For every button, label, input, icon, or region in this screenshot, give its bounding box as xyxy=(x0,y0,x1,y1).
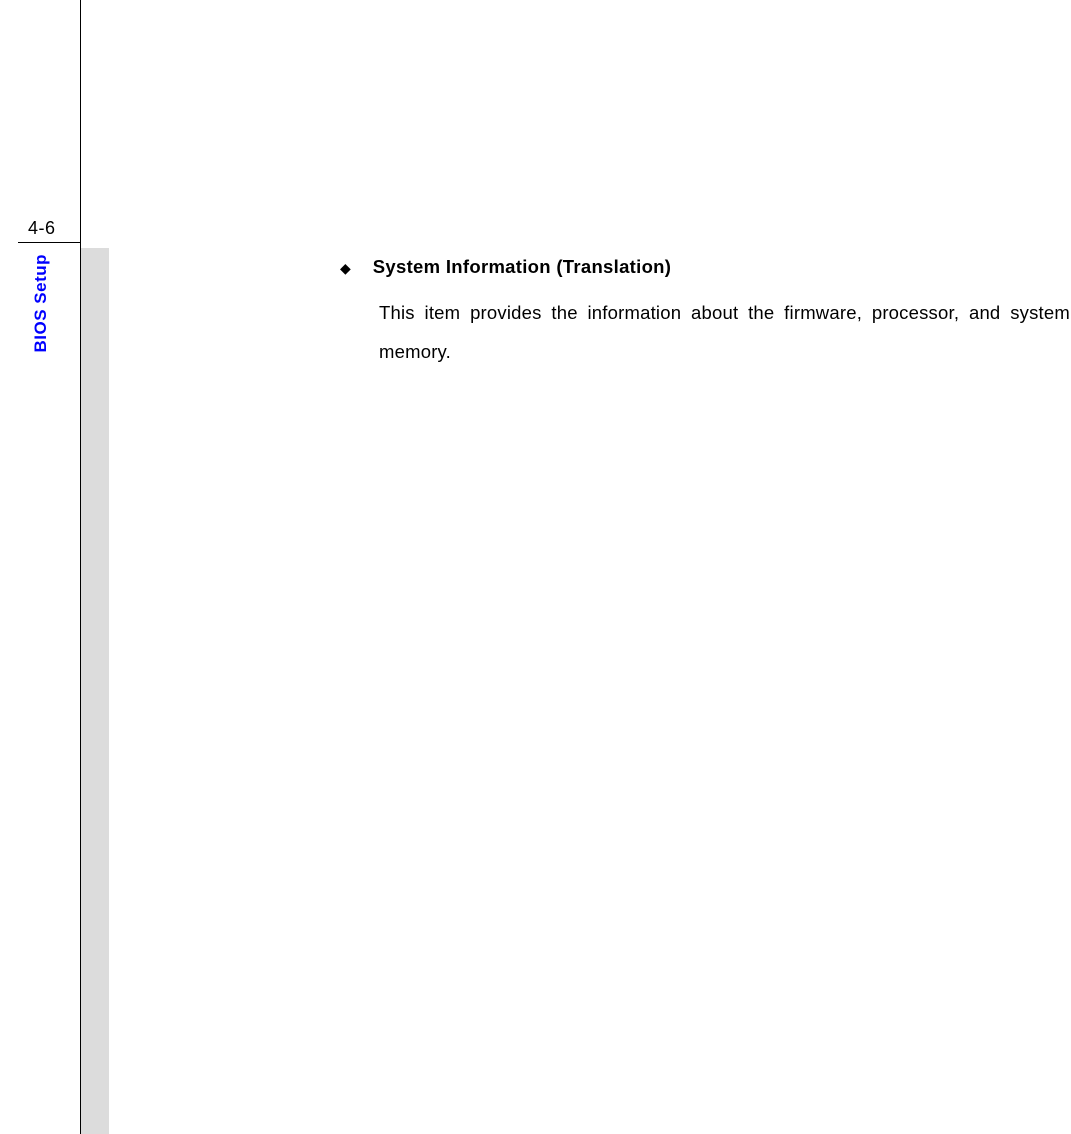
item-title: System Information (Translation) xyxy=(373,256,671,278)
section-label: BIOS Setup xyxy=(31,254,51,353)
item-description: This item provides the information about… xyxy=(379,294,1070,372)
content-area: ◆ System Information (Translation) This … xyxy=(340,256,1070,372)
gray-content-strip xyxy=(81,248,109,1134)
page-number: 4-6 xyxy=(28,218,56,239)
bullet-icon: ◆ xyxy=(340,260,351,277)
bullet-item-row: ◆ System Information (Translation) xyxy=(340,256,1070,278)
horizontal-divider xyxy=(18,242,80,243)
left-margin-area xyxy=(0,0,80,1134)
